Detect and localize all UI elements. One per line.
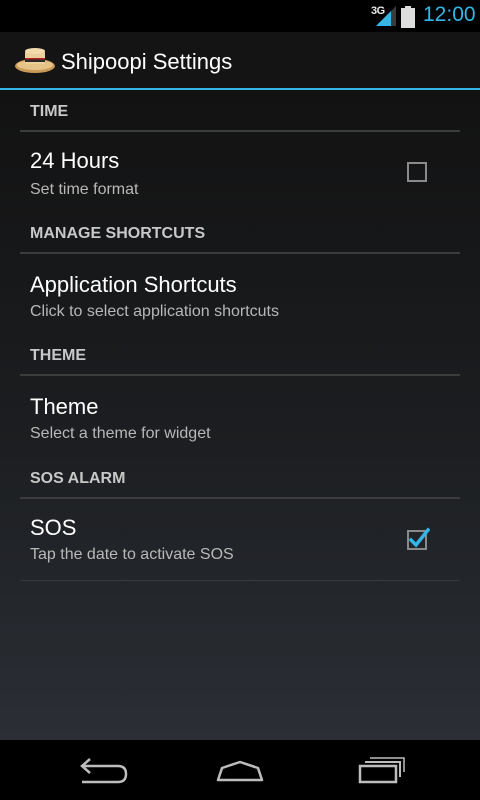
category-header-sos-alarm: SOS ALARM: [20, 459, 460, 499]
pref-summary: Select a theme for widget: [30, 425, 211, 442]
home-icon[interactable]: [208, 752, 272, 788]
action-bar: Shipoopi Settings: [0, 32, 480, 90]
pref-title: Theme: [30, 394, 99, 419]
settings-screen: 3G 12:00 Shipoopi Settings TIME 24 Hours…: [0, 0, 480, 800]
pref-sos[interactable]: SOS Tap the date to activate SOS: [20, 499, 460, 579]
category-header-manage-shortcuts: MANAGE SHORTCUTS: [20, 214, 460, 254]
signal-icon: [376, 6, 396, 26]
category-label: MANAGE SHORTCUTS: [30, 225, 206, 242]
pref-application-shortcuts[interactable]: Application Shortcuts Click to select ap…: [20, 254, 460, 334]
pref-theme[interactable]: Theme Select a theme for widget: [20, 376, 460, 458]
back-icon[interactable]: [68, 752, 132, 788]
pref-title: 24 Hours: [30, 148, 120, 173]
recents-icon[interactable]: [350, 752, 414, 788]
preferences-list: TIME 24 Hours Set time format MANAGE SHO…: [0, 90, 480, 740]
pref-24-hours[interactable]: 24 Hours Set time format: [20, 132, 460, 212]
checkbox-checked[interactable]: [406, 527, 430, 551]
status-bar: 3G 12:00: [0, 0, 480, 32]
pref-title: Application Shortcuts: [30, 272, 237, 297]
category-label: SOS ALARM: [30, 470, 126, 487]
pref-summary: Tap the date to activate SOS: [30, 546, 234, 563]
status-clock: 12:00: [423, 3, 476, 26]
pref-summary: Set time format: [30, 181, 139, 198]
checkbox-unchecked[interactable]: [407, 162, 427, 182]
pref-title: SOS: [30, 515, 77, 540]
list-divider: [20, 580, 460, 581]
battery-icon: [401, 6, 415, 28]
category-header-theme: THEME: [20, 336, 460, 376]
category-label: THEME: [30, 347, 86, 364]
pref-summary: Click to select application shortcuts: [30, 303, 279, 320]
navigation-bar: [0, 740, 480, 800]
category-header-time: TIME: [20, 92, 460, 132]
straw-hat-icon[interactable]: [14, 42, 56, 78]
page-title: Shipoopi Settings: [61, 49, 233, 74]
category-label: TIME: [30, 103, 69, 120]
